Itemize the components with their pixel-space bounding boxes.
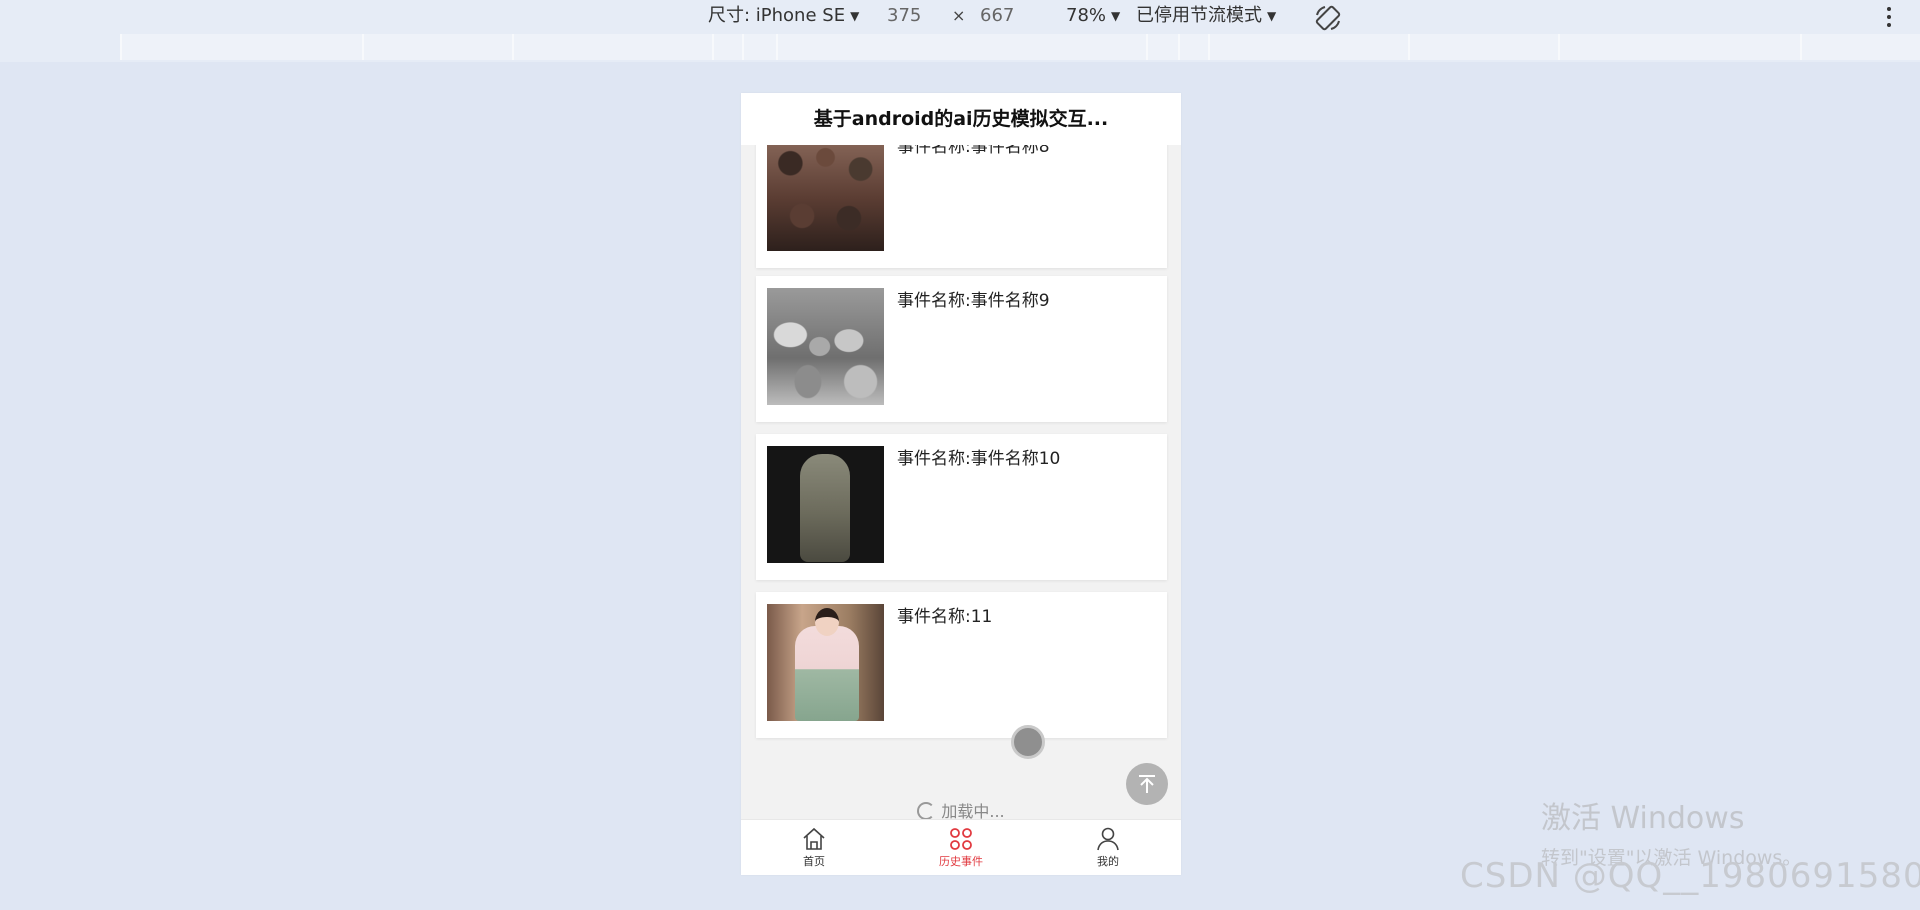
list-item[interactable]: 事件名称:事件名称9 <box>756 276 1167 422</box>
media-query-segment[interactable] <box>742 34 776 60</box>
touch-cursor <box>1011 725 1045 759</box>
rotate-icon[interactable] <box>1313 3 1343 31</box>
more-options-icon[interactable] <box>1883 3 1895 29</box>
back-to-top-button[interactable] <box>1126 763 1168 805</box>
height-input[interactable]: 667 <box>980 3 1014 29</box>
media-query-segment[interactable] <box>512 34 712 60</box>
csdn-watermark: CSDN @QQ__1980691580 <box>1460 856 1920 896</box>
event-title: 事件名称:事件名称8 <box>897 145 1050 157</box>
media-query-segment[interactable] <box>1408 34 1558 60</box>
device-select-label: 尺寸: iPhone SE <box>708 5 846 26</box>
caret-down-icon: ▼ <box>850 9 860 23</box>
page-title: 基于android的ai历史模拟交互... <box>741 93 1181 145</box>
caret-down-icon: ▼ <box>1111 9 1121 23</box>
throttle-label: 已停用节流模式 <box>1136 5 1262 26</box>
event-title: 事件名称:11 <box>897 607 993 627</box>
media-query-segment[interactable] <box>362 34 512 60</box>
tab-label: 历史事件 <box>939 855 983 868</box>
tab-label: 我的 <box>1097 855 1119 868</box>
terracotta-warriors-image <box>767 288 884 405</box>
watermark-title: 激活 Windows <box>1541 801 1745 836</box>
event-title: 事件名称:事件名称9 <box>897 291 1050 311</box>
tab-home[interactable]: 首页 <box>741 820 887 875</box>
list-item[interactable]: 事件名称:事件名称8 <box>756 145 1167 268</box>
arrow-up-icon <box>1139 775 1155 793</box>
media-query-segment[interactable] <box>1178 34 1208 60</box>
zoom-label: 78% <box>1066 5 1107 26</box>
media-query-segment[interactable] <box>120 34 362 60</box>
terracotta-warriors-image <box>767 145 884 251</box>
grid-icon <box>950 828 972 850</box>
caret-down-icon: ▼ <box>1267 9 1277 23</box>
media-query-segment[interactable] <box>776 34 1146 60</box>
dimension-separator: × <box>952 6 966 25</box>
tab-history-events[interactable]: 历史事件 <box>888 820 1034 875</box>
media-query-segment[interactable] <box>1558 34 1800 60</box>
user-icon <box>1097 827 1119 851</box>
zoom-select[interactable]: 78% ▼ <box>1066 3 1120 29</box>
phone-viewport: 基于android的ai历史模拟交互... 事件名称:事件名称8 事件名称:事件… <box>741 93 1181 875</box>
tab-bar: 首页 历史事件 我的 <box>741 819 1181 875</box>
media-query-segment[interactable] <box>1208 34 1408 60</box>
throttle-select[interactable]: 已停用节流模式 ▼ <box>1136 3 1276 29</box>
width-input[interactable]: 375 <box>887 3 921 29</box>
device-select[interactable]: 尺寸: iPhone SE ▼ <box>708 3 859 29</box>
list-item[interactable]: 事件名称:事件名称10 <box>756 434 1167 580</box>
device-toolbar: 尺寸: iPhone SE ▼ 375 × 667 78% ▼ 已停用节流模式 ▼ <box>0 0 1920 32</box>
media-query-segment[interactable] <box>1146 34 1178 60</box>
list-item[interactable]: 事件名称:11 <box>756 592 1167 738</box>
tab-mine[interactable]: 我的 <box>1035 820 1181 875</box>
home-icon <box>803 827 825 850</box>
tab-label: 首页 <box>803 855 825 868</box>
media-query-bar <box>0 32 1920 62</box>
screen: 尺寸: iPhone SE ▼ 375 × 667 78% ▼ 已停用节流模式 ▼ <box>0 0 1920 910</box>
event-title: 事件名称:事件名称10 <box>897 449 1061 469</box>
media-query-segment[interactable] <box>712 34 742 60</box>
hanfu-woman-image <box>767 604 884 721</box>
spinner-icon <box>917 802 936 820</box>
media-query-segment[interactable] <box>1800 34 1920 60</box>
terracotta-warrior-statue-image <box>767 446 884 563</box>
event-list[interactable]: 事件名称:事件名称8 事件名称:事件名称9 事件名称:事件名称10 事件名称:1… <box>741 145 1181 825</box>
